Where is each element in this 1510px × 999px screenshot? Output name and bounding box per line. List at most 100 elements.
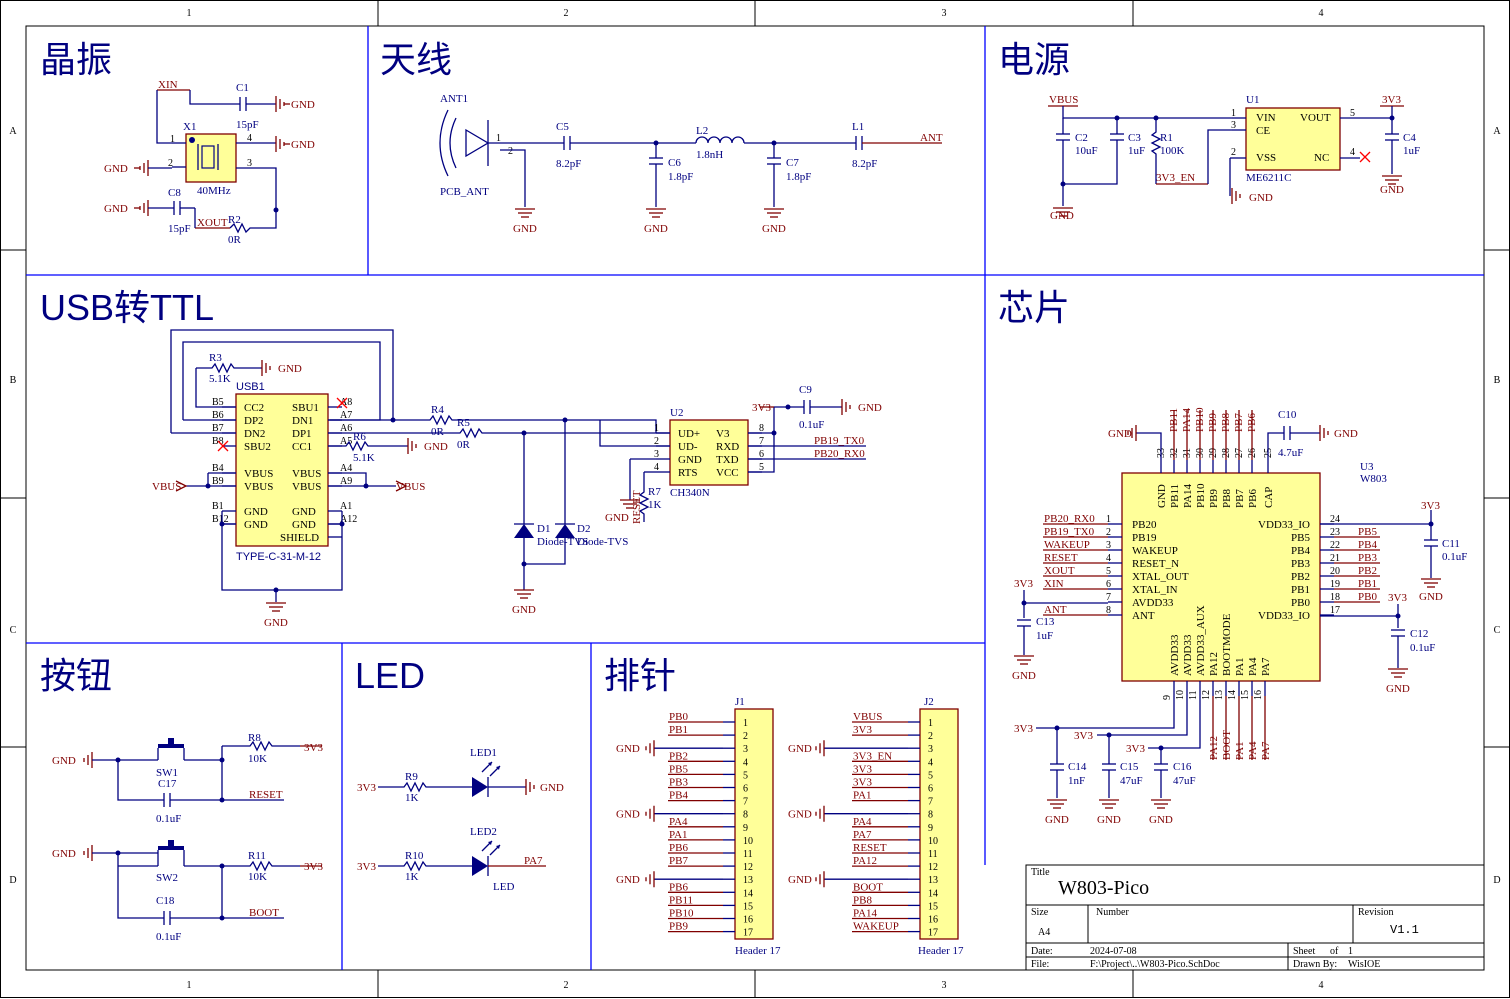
u3-left-net: WAKEUP	[1044, 539, 1090, 551]
button-3v3-net: 3V3	[304, 861, 323, 873]
u3-left-net: XOUT	[1044, 565, 1075, 577]
tb-drawn: WisIOE	[1348, 959, 1380, 970]
crystal-xout-net: XOUT	[197, 217, 228, 229]
j2-pin-num: 7	[928, 797, 933, 808]
gnd-label: GND	[1045, 814, 1069, 826]
gnd-label: GND	[616, 809, 640, 821]
j2-net: 3V3_EN	[853, 750, 892, 762]
row-d-left: D	[9, 875, 16, 886]
tb-revision-label: Revision	[1358, 907, 1394, 918]
usb1-right-pin-name: DN1	[292, 415, 313, 427]
tvs-diode-d1	[514, 523, 534, 538]
c2-value: 10uF	[1075, 145, 1098, 157]
chip-3v3-net-c16: 3V3	[1126, 743, 1145, 755]
gnd-symbol	[1421, 578, 1441, 588]
u3-bottom-pin-name: AVDD33	[1169, 634, 1181, 676]
u3-left-net: ANT	[1044, 604, 1067, 616]
usb1-left-pin-num: B1	[212, 501, 224, 512]
u3-right-net: PB5	[1358, 526, 1377, 538]
j2-net: PA14	[853, 908, 878, 920]
c13-value: 1uF	[1036, 630, 1053, 642]
button-boot-net: BOOT	[249, 907, 279, 919]
x1-pin4: 4	[247, 133, 252, 144]
led-3v3-net: 3V3	[357, 861, 376, 873]
gnd-symbol	[1388, 668, 1408, 678]
j2-pin-num: 5	[928, 770, 933, 781]
c17-value: 0.1uF	[156, 813, 181, 825]
col-2-top: 2	[564, 8, 569, 19]
gnd-label: GND	[1380, 184, 1404, 196]
c18-value: 0.1uF	[156, 931, 181, 943]
j1-pin-num: 16	[743, 915, 753, 926]
j1-net: PB4	[669, 790, 688, 802]
gnd-symbol	[815, 805, 825, 822]
u3-top-pin-name: PA14	[1182, 483, 1194, 508]
u3-bottom-pin-num: 11	[1188, 690, 1199, 700]
usb1-left-pin-name: CC2	[244, 402, 264, 414]
gnd-label: GND	[1149, 814, 1173, 826]
usb1-right-pin-name: SBU1	[292, 402, 319, 414]
led2-ref: LED2	[470, 826, 497, 838]
capacitor-c8	[148, 201, 195, 215]
gnd-symbol	[407, 438, 417, 454]
tb-number-label: Number	[1096, 907, 1129, 918]
button-reset-net: RESET	[249, 789, 283, 801]
u3-left-pin-name: AVDD33	[1132, 597, 1174, 609]
gnd-symbol	[134, 200, 149, 216]
j2-net: RESET	[853, 842, 887, 854]
chip-3v3-net-c12: 3V3	[1388, 592, 1407, 604]
c6-ref: C6	[668, 157, 681, 169]
u2-left-pin-name: UD-	[678, 441, 698, 453]
j2-ref: J2	[924, 696, 934, 708]
gnd-label: GND	[644, 223, 668, 235]
j1-net: PA1	[669, 829, 688, 841]
u1-pin-nc: NC	[1314, 152, 1329, 164]
u1-pin-ce: CE	[1256, 125, 1270, 137]
section-title-antenna: 天线	[380, 39, 452, 80]
gnd-symbol	[815, 871, 825, 888]
row-a-left: A	[9, 126, 17, 137]
tb-file-label: File:	[1031, 959, 1049, 970]
u3-top-net: PB9	[1207, 413, 1219, 432]
gnd-label: GND	[788, 743, 812, 755]
button-sw1	[83, 738, 222, 768]
c14-value: 1nF	[1068, 775, 1085, 787]
u3-right-net: PB1	[1358, 578, 1377, 590]
j1-pin-num: 10	[743, 836, 753, 847]
tb-size: A4	[1038, 927, 1050, 938]
gnd-label: GND	[605, 512, 629, 524]
row-d-right: D	[1493, 875, 1500, 886]
u3-bottom-pin-name: AVDD33	[1182, 634, 1194, 676]
gnd-label: GND	[1334, 428, 1358, 440]
j1-net: PB3	[669, 777, 688, 789]
u3-left-pin-name: RESET_N	[1132, 558, 1179, 570]
usb1-right-pin-num: A1	[340, 501, 352, 512]
usb-vbus-net-left: VBUS	[152, 481, 181, 493]
u1-pin4: 4	[1350, 147, 1355, 158]
r5-ref: R5	[457, 417, 470, 429]
c5-ref: C5	[556, 121, 569, 133]
usb-vbus-net-right: VBUS	[396, 481, 425, 493]
u2-left-pin-name: GND	[678, 454, 702, 466]
gnd-label: GND	[1419, 591, 1443, 603]
tb-title-label: Title	[1031, 867, 1050, 878]
j2-pin-num: 4	[928, 757, 933, 768]
c15-ref: C15	[1120, 761, 1139, 773]
u3-right-pin-name: PB5	[1291, 532, 1310, 544]
usb1-left-pin-num: B5	[212, 397, 224, 408]
power-section: VBUS C2 10uF C3 1uF R1 100K 3V3_EN U1 ME…	[1048, 94, 1420, 222]
power-en-net: 3V3_EN	[1156, 172, 1195, 184]
gnd-label: GND	[291, 139, 315, 151]
u3-bottom-pin-num: 9	[1162, 695, 1173, 700]
col-4-top: 4	[1319, 8, 1324, 19]
gnd-label: GND	[1097, 814, 1121, 826]
led1-ref: LED1	[470, 747, 497, 759]
gnd-symbol	[514, 589, 534, 599]
tb-date: 2024-07-08	[1090, 946, 1137, 957]
u3-top-pin-name: PB8	[1221, 489, 1233, 508]
gnd-label: GND	[616, 874, 640, 886]
usb1-right-pin-name: GND	[292, 506, 316, 518]
usb1-right-pin-name: VBUS	[292, 481, 321, 493]
j1-net: PB11	[669, 894, 693, 906]
r1-value: 100K	[1160, 145, 1185, 157]
